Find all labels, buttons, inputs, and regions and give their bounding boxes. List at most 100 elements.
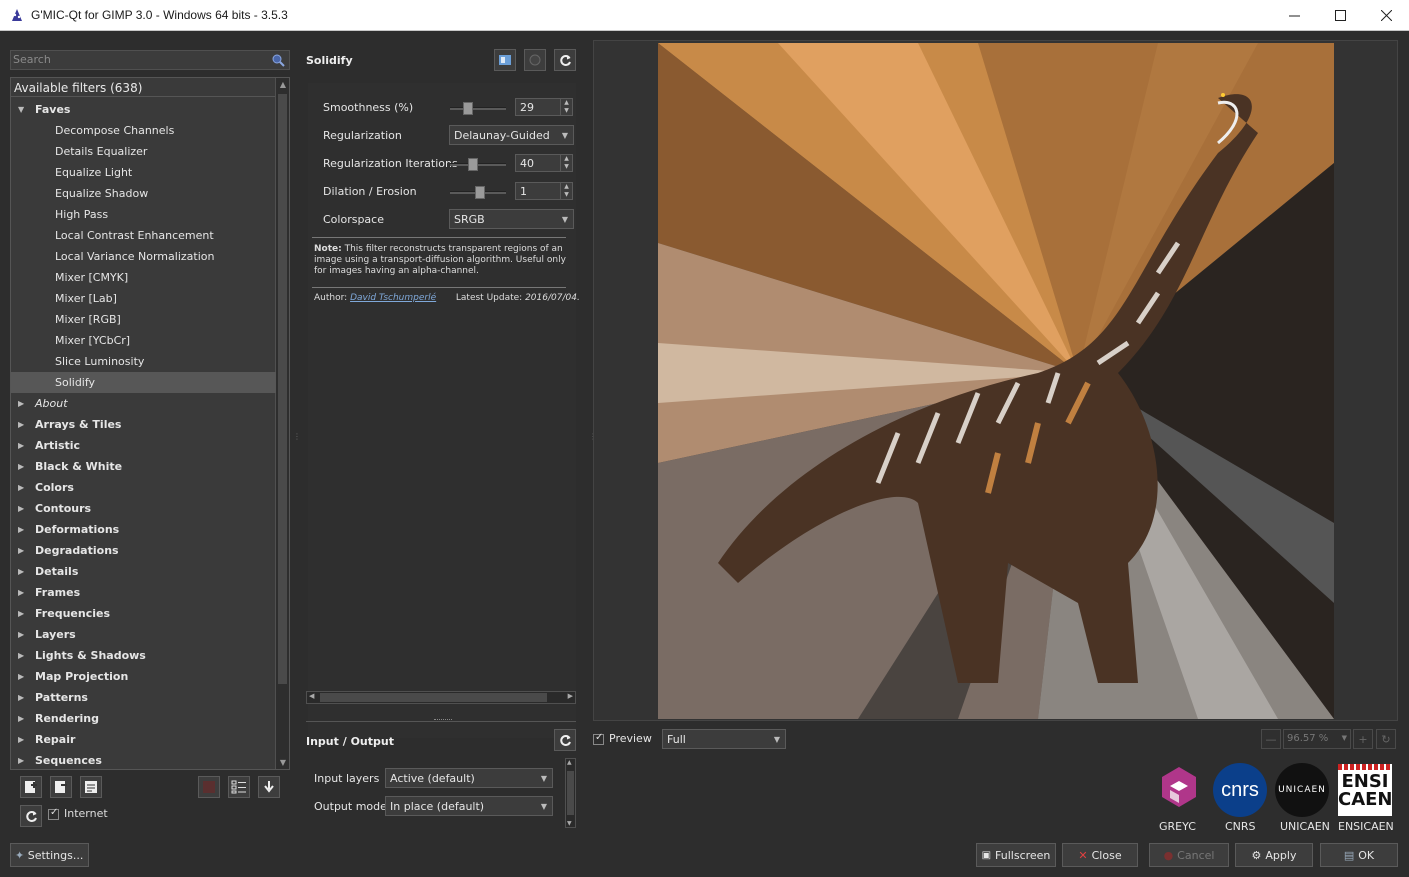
left-splitter-handle[interactable]: ⋮ bbox=[293, 432, 301, 446]
tree-category[interactable]: ▶ Lights & Shadows bbox=[11, 645, 276, 666]
io-scrollbar[interactable]: ▲ ▼ bbox=[565, 758, 576, 828]
tree-category-faves[interactable]: ▼ Faves bbox=[11, 99, 276, 120]
collapsed-arrow-icon[interactable]: ▶ bbox=[18, 609, 24, 618]
tree-category[interactable]: ▶ Deformations bbox=[11, 519, 276, 540]
remove-fave-button[interactable] bbox=[50, 776, 72, 798]
rename-fave-button[interactable] bbox=[80, 776, 102, 798]
tree-item[interactable]: Local Contrast Enhancement bbox=[11, 225, 276, 246]
settings-button[interactable]: ✦ Settings... bbox=[10, 843, 89, 867]
tree-item[interactable]: Equalize Light bbox=[11, 162, 276, 183]
tree-category[interactable]: ▶ Artistic bbox=[11, 435, 276, 456]
tree-item[interactable]: Mixer [RGB] bbox=[11, 309, 276, 330]
dilation-slider-knob[interactable] bbox=[475, 186, 485, 199]
tree-category[interactable]: ▶ Map Projection bbox=[11, 666, 276, 687]
scroll-up-arrow[interactable]: ▲ bbox=[567, 759, 572, 766]
smoothness-slider[interactable] bbox=[450, 102, 506, 115]
output-mode-select[interactable]: In place (default) ▼ bbox=[385, 796, 553, 816]
dilation-spinbox[interactable]: 1 ▲ ▼ bbox=[515, 182, 573, 200]
tree-category[interactable]: ▶ Black & White bbox=[11, 456, 276, 477]
collapsed-arrow-icon[interactable]: ▶ bbox=[18, 735, 24, 744]
tree-category[interactable]: ▶ Patterns bbox=[11, 687, 276, 708]
io-scroll-thumb[interactable] bbox=[567, 771, 574, 815]
scroll-up-arrow[interactable]: ▲ bbox=[278, 80, 288, 90]
filter-tree-scrollbar[interactable]: ▲ ▼ bbox=[275, 78, 289, 769]
collapsed-arrow-icon[interactable]: ▶ bbox=[18, 651, 24, 660]
tree-category[interactable]: ▶ Repair bbox=[11, 729, 276, 750]
update-filters-button[interactable] bbox=[20, 805, 42, 827]
tree-item[interactable]: High Pass bbox=[11, 204, 276, 225]
spin-arrows-icon[interactable]: ▲ ▼ bbox=[560, 183, 572, 199]
expand-collapse-button[interactable] bbox=[258, 776, 280, 798]
spin-arrows-icon[interactable]: ▲ ▼ bbox=[560, 155, 572, 171]
search-icon[interactable] bbox=[271, 53, 285, 67]
right-splitter-handle[interactable]: ⋮ bbox=[589, 432, 597, 446]
scroll-down-arrow[interactable]: ▼ bbox=[278, 758, 288, 768]
collapsed-arrow-icon[interactable]: ▶ bbox=[18, 567, 24, 576]
tree-item[interactable]: Mixer [YCbCr] bbox=[11, 330, 276, 351]
filter-tree[interactable]: Available filters (638) ▲ ▼ ▼ Faves Decomp… bbox=[10, 77, 290, 770]
tree-category[interactable]: ▶ Frames bbox=[11, 582, 276, 603]
fullscreen-button[interactable]: ▣ Fullscreen bbox=[976, 843, 1056, 867]
hscroll-thumb[interactable] bbox=[320, 693, 547, 702]
collapsed-arrow-icon[interactable]: ▶ bbox=[18, 504, 24, 513]
preview-check-box[interactable] bbox=[593, 732, 604, 745]
randomize-button[interactable] bbox=[524, 49, 546, 71]
close-button[interactable]: ✕ Close bbox=[1062, 843, 1138, 867]
smoothness-spinbox[interactable]: 29 ▲ ▼ bbox=[515, 98, 573, 116]
toggle-layout-button[interactable] bbox=[494, 49, 516, 71]
collapsed-arrow-icon[interactable]: ▶ bbox=[18, 483, 24, 492]
collapsed-arrow-icon[interactable]: ▶ bbox=[18, 546, 24, 555]
tree-category-about[interactable]: ▶ About bbox=[11, 393, 276, 414]
smoothness-slider-knob[interactable] bbox=[463, 102, 473, 115]
tree-item[interactable]: Solidify bbox=[11, 372, 276, 393]
search-input[interactable]: Search bbox=[10, 50, 290, 70]
tree-category[interactable]: ▶ Sequences bbox=[11, 750, 276, 769]
collapsed-arrow-icon[interactable]: ▶ bbox=[18, 420, 24, 429]
zoom-reset-button[interactable]: ↻ bbox=[1376, 729, 1396, 749]
tree-item[interactable]: Slice Luminosity bbox=[11, 351, 276, 372]
collapsed-arrow-icon[interactable]: ▶ bbox=[18, 399, 24, 408]
input-layers-select[interactable]: Active (default) ▼ bbox=[385, 768, 553, 788]
colorspace-select[interactable]: SRGB ▼ bbox=[449, 209, 574, 229]
collapsed-arrow-icon[interactable]: ▶ bbox=[18, 714, 24, 723]
close-window-button[interactable] bbox=[1363, 0, 1409, 31]
apply-button[interactable]: ⚙ Apply bbox=[1235, 843, 1313, 867]
internet-check-box[interactable] bbox=[48, 807, 59, 820]
zoom-in-button[interactable]: + bbox=[1353, 729, 1373, 749]
add-fave-button[interactable] bbox=[20, 776, 42, 798]
tree-category[interactable]: ▶ Frequencies bbox=[11, 603, 276, 624]
selection-mode-button[interactable] bbox=[228, 776, 250, 798]
tree-category[interactable]: ▶ Layers bbox=[11, 624, 276, 645]
tree-category[interactable]: ▶ Contours bbox=[11, 498, 276, 519]
scroll-right-arrow[interactable]: ▶ bbox=[568, 692, 573, 700]
minimize-button[interactable] bbox=[1271, 0, 1317, 31]
io-reset-button[interactable] bbox=[554, 729, 576, 751]
collapsed-arrow-icon[interactable]: ▶ bbox=[18, 630, 24, 639]
scroll-left-arrow[interactable]: ◀ bbox=[309, 692, 314, 700]
author-link[interactable]: David Tschumperlé bbox=[350, 293, 436, 303]
collapsed-arrow-icon[interactable]: ▶ bbox=[18, 525, 24, 534]
iterations-spinbox[interactable]: 40 ▲ ▼ bbox=[515, 154, 573, 172]
collapsed-arrow-icon[interactable]: ▶ bbox=[18, 693, 24, 702]
spin-arrows-icon[interactable]: ▲ ▼ bbox=[560, 99, 572, 115]
tree-category[interactable]: ▶ Details bbox=[11, 561, 276, 582]
tree-item[interactable]: Decompose Channels bbox=[11, 120, 276, 141]
iterations-slider[interactable] bbox=[450, 158, 506, 171]
collapsed-arrow-icon[interactable]: ▶ bbox=[18, 462, 24, 471]
zoom-select[interactable]: 96.57 % ▼ bbox=[1283, 729, 1351, 749]
tree-category[interactable]: ▶ Colors bbox=[11, 477, 276, 498]
collapsed-arrow-icon[interactable]: ▶ bbox=[18, 441, 24, 450]
internet-checkbox[interactable]: Internet bbox=[48, 807, 108, 820]
tree-item[interactable]: Details Equalizer bbox=[11, 141, 276, 162]
tree-category[interactable]: ▶ Degradations bbox=[11, 540, 276, 561]
dilation-slider[interactable] bbox=[450, 186, 506, 199]
tree-item[interactable]: Local Variance Normalization bbox=[11, 246, 276, 267]
cancel-button[interactable]: ● Cancel bbox=[1149, 843, 1229, 867]
reset-parameters-button[interactable] bbox=[554, 49, 576, 71]
preview-checkbox[interactable]: Preview bbox=[593, 732, 652, 745]
scroll-thumb[interactable] bbox=[278, 94, 287, 684]
regularization-select[interactable]: Delaunay-Guided ▼ bbox=[449, 125, 574, 145]
ok-button[interactable]: ▤ OK bbox=[1320, 843, 1398, 867]
preview-area[interactable] bbox=[593, 40, 1398, 721]
collapsed-arrow-icon[interactable]: ▶ bbox=[18, 672, 24, 681]
